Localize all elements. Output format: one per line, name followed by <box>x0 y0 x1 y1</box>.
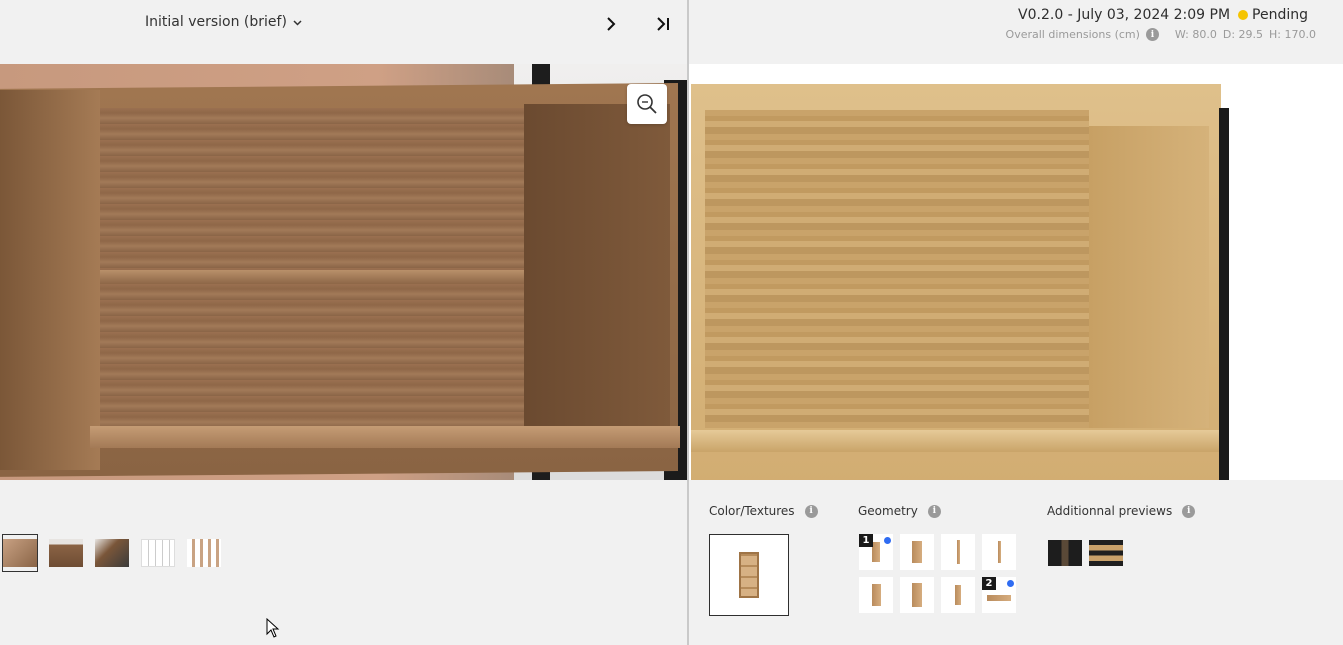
geometry-part-3[interactable] <box>941 534 975 570</box>
version-dropdown[interactable]: Initial version (brief) <box>145 14 302 30</box>
geometry-grid: 1 2 <box>859 534 1016 613</box>
version-dropdown-label: Initial version (brief) <box>145 14 287 30</box>
status-dot <box>1238 10 1249 20</box>
info-icon[interactable]: i <box>804 504 818 518</box>
geometry-part-4[interactable] <box>982 534 1016 570</box>
geometry-part-8[interactable]: 2 <box>982 577 1016 613</box>
geometry-part-7[interactable] <box>941 577 975 613</box>
dimension-depth: D: 29.5 <box>1222 28 1264 41</box>
thumbnail-5[interactable] <box>186 534 222 572</box>
reference-photo <box>0 64 688 480</box>
zoom-in-icon <box>637 94 657 114</box>
color-textures-label: Color/Textures <box>709 504 795 518</box>
geometry-part-1[interactable]: 1 <box>859 534 893 570</box>
thumbnail-4[interactable] <box>140 534 176 572</box>
geometry-title: Geometry i <box>858 504 941 518</box>
preview-1[interactable] <box>1048 540 1082 566</box>
unread-dot <box>884 537 891 544</box>
skip-to-end-icon <box>657 17 669 31</box>
chevron-down-icon <box>293 18 302 29</box>
info-icon[interactable]: i <box>1182 504 1196 518</box>
thumbnail-2[interactable] <box>48 534 84 572</box>
texture-option[interactable] <box>709 534 789 616</box>
version-info: V0.2.0 - July 03, 2024 2:09 PM Pending <box>1018 7 1308 23</box>
additional-previews-label: Additionnal previews <box>1047 504 1173 518</box>
additional-previews-row <box>1048 540 1123 566</box>
geometry-label: Geometry <box>858 504 918 518</box>
reference-pane: Initial version (brief) <box>0 0 688 645</box>
geometry-badge: 1 <box>859 534 873 547</box>
version-label: V0.2.0 - July 03, 2024 2:09 PM <box>1018 7 1231 23</box>
zoom-button[interactable] <box>627 84 667 124</box>
dimensions-info: Overall dimensions (cm) i W: 80.0 D: 29.… <box>1006 28 1316 41</box>
chevron-right-icon <box>607 17 616 31</box>
last-image-button[interactable] <box>651 12 675 36</box>
thumbnail-1[interactable] <box>2 534 38 572</box>
model-render <box>689 64 1343 480</box>
dimension-height: H: 170.0 <box>1269 28 1316 41</box>
additional-previews-title: Additionnal previews i <box>1047 504 1196 518</box>
preview-2[interactable] <box>1089 540 1123 566</box>
thumbnail-strip <box>2 534 222 572</box>
info-icon[interactable]: i <box>1145 28 1159 41</box>
status-label: Pending <box>1252 7 1308 23</box>
dimension-width: W: 80.0 <box>1174 28 1217 41</box>
info-icon[interactable]: i <box>927 504 941 518</box>
mouse-cursor-icon <box>266 618 280 638</box>
geometry-part-5[interactable] <box>859 577 893 613</box>
thumbnail-3[interactable] <box>94 534 130 572</box>
next-image-button[interactable] <box>601 12 621 36</box>
bookshelf-preview <box>739 552 759 598</box>
dimensions-label: Overall dimensions (cm) <box>1005 28 1140 41</box>
unread-dot <box>1007 580 1014 587</box>
color-textures-title: Color/Textures i <box>709 504 818 518</box>
geometry-part-2[interactable] <box>900 534 934 570</box>
geometry-badge: 2 <box>982 577 996 590</box>
geometry-part-6[interactable] <box>900 577 934 613</box>
model-pane: V0.2.0 - July 03, 2024 2:09 PM Pending O… <box>689 0 1343 645</box>
